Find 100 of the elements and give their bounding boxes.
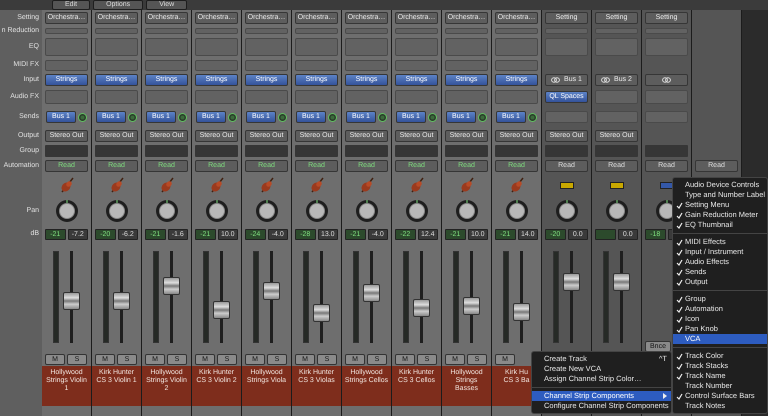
midi-fx-slot[interactable] — [495, 60, 538, 70]
group-slot[interactable] — [495, 145, 538, 157]
pan-knob[interactable] — [54, 199, 78, 223]
gain-reduction-meter — [495, 28, 538, 34]
pan-knob[interactable] — [604, 199, 628, 223]
fader-knob[interactable] — [413, 299, 430, 318]
audio-fx-slot[interactable] — [195, 90, 238, 104]
midi-fx-slot[interactable] — [195, 60, 238, 70]
pan-knob[interactable] — [304, 199, 328, 223]
send-knob[interactable] — [428, 112, 437, 122]
eq-thumbnail[interactable] — [445, 38, 488, 56]
group-slot[interactable] — [595, 145, 638, 157]
audio-fx-slot[interactable] — [95, 90, 138, 104]
pan-knob[interactable] — [154, 199, 178, 223]
group-slot[interactable] — [195, 145, 238, 157]
pan-knob[interactable] — [104, 199, 128, 223]
pan-knob[interactable] — [504, 199, 528, 223]
audio-fx-slot[interactable] — [345, 90, 388, 104]
eq-thumbnail[interactable] — [245, 38, 288, 56]
send-knob[interactable] — [378, 112, 387, 122]
audio-fx-slot[interactable] — [295, 90, 338, 104]
fader-knob[interactable] — [213, 300, 230, 319]
eq-thumbnail[interactable] — [345, 38, 388, 56]
send-slot[interactable] — [595, 111, 638, 123]
fader-knob[interactable] — [613, 273, 630, 292]
link-icon — [601, 77, 610, 83]
fader-knob[interactable] — [163, 276, 180, 295]
peak-level — [595, 228, 616, 240]
send-knob[interactable] — [128, 112, 137, 122]
send-slot[interactable] — [645, 111, 688, 123]
violin-icon — [408, 176, 424, 194]
send-knob[interactable] — [178, 112, 187, 122]
eq-thumbnail[interactable] — [395, 38, 438, 56]
midi-fx-slot[interactable] — [45, 60, 88, 70]
link-icon — [551, 77, 560, 83]
group-slot[interactable] — [395, 145, 438, 157]
pan-knob[interactable] — [254, 199, 278, 223]
fader-knob[interactable] — [113, 292, 130, 310]
midi-fx-slot[interactable] — [395, 60, 438, 70]
group-slot[interactable] — [95, 145, 138, 157]
send-knob[interactable] — [528, 112, 537, 122]
send-knob[interactable] — [278, 112, 287, 122]
input-button[interactable] — [645, 74, 688, 86]
fader-knob[interactable] — [363, 284, 380, 302]
audio-fx-slot[interactable] — [445, 90, 488, 104]
eq-thumbnail[interactable] — [295, 38, 338, 56]
eq-thumbnail[interactable] — [95, 38, 138, 56]
midi-fx-slot[interactable] — [145, 60, 188, 70]
midi-fx-slot[interactable] — [345, 60, 388, 70]
midi-fx-slot[interactable] — [245, 60, 288, 70]
violin-icon — [58, 176, 74, 194]
audio-fx-slot[interactable] — [145, 90, 188, 104]
pan-knob[interactable] — [204, 199, 228, 223]
group-slot[interactable] — [345, 145, 388, 157]
send-knob[interactable] — [78, 112, 87, 122]
fader-knob[interactable] — [63, 292, 80, 310]
eq-thumbnail[interactable] — [645, 38, 688, 56]
violin-icon — [508, 176, 524, 194]
fader-knob[interactable] — [263, 282, 280, 300]
fader-knob[interactable] — [513, 302, 530, 321]
audio-fx-slot[interactable] — [495, 90, 538, 104]
link-icon — [662, 77, 671, 83]
violin-icon — [458, 176, 474, 194]
group-slot[interactable] — [45, 145, 88, 157]
audio-fx-slot[interactable] — [395, 90, 438, 104]
fader-knob[interactable] — [313, 304, 330, 322]
send-knob[interactable] — [478, 112, 487, 122]
eq-thumbnail[interactable] — [195, 38, 238, 56]
fader-knob[interactable] — [463, 296, 480, 315]
audio-fx-slot[interactable] — [45, 90, 88, 104]
eq-thumbnail[interactable] — [145, 38, 188, 56]
pan-knob[interactable] — [554, 199, 578, 223]
send-knob[interactable] — [328, 112, 337, 122]
midi-fx-slot[interactable] — [95, 60, 138, 70]
pan-knob[interactable] — [354, 199, 378, 223]
violin-icon — [108, 176, 124, 194]
violin-icon — [258, 176, 274, 194]
group-slot[interactable] — [645, 145, 688, 157]
midi-fx-slot[interactable] — [445, 60, 488, 70]
eq-thumbnail[interactable] — [45, 38, 88, 56]
eq-thumbnail[interactable] — [595, 38, 638, 56]
group-slot[interactable] — [295, 145, 338, 157]
group-slot[interactable] — [245, 145, 288, 157]
send-knob[interactable] — [228, 112, 237, 122]
check-icon — [676, 392, 683, 400]
gain-reduction-meter — [595, 28, 638, 34]
group-slot[interactable] — [445, 145, 488, 157]
group-slot[interactable] — [145, 145, 188, 157]
eq-thumbnail[interactable] — [545, 38, 588, 56]
fader-knob[interactable] — [563, 273, 580, 292]
audio-fx-slot[interactable] — [245, 90, 288, 104]
violin-icon — [158, 176, 174, 194]
gain-reduction-meter — [395, 28, 438, 34]
midi-fx-slot[interactable] — [295, 60, 338, 70]
pan-knob[interactable] — [404, 199, 428, 223]
audio-fx-slot[interactable] — [595, 90, 638, 104]
group-slot[interactable] — [545, 145, 588, 157]
pan-knob[interactable] — [454, 199, 478, 223]
send-slot[interactable] — [545, 111, 588, 123]
eq-thumbnail[interactable] — [495, 38, 538, 56]
